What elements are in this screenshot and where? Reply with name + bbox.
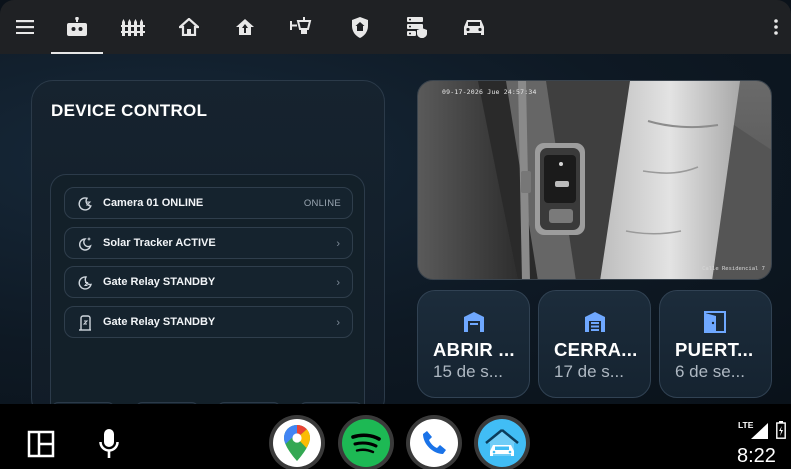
home-upload-icon <box>236 19 254 35</box>
tab-outdoor-light[interactable] <box>275 0 327 54</box>
camera-timestamp: 09-17-2026 Jue 24:57:34 <box>442 88 537 96</box>
tab-server-security[interactable] <box>391 0 443 54</box>
tile-abrir-garage[interactable]: ABRIR ... 15 de s... <box>417 290 530 398</box>
spotify-app-icon[interactable] <box>338 415 394 469</box>
signal-strength-icon <box>751 423 768 439</box>
dashboard-area: DEVICE CONTROL Camera 01 ONLINE ONLINE S… <box>0 54 791 420</box>
top-app-bar <box>0 0 791 54</box>
moon-sleep-icon <box>78 276 92 290</box>
tab-fence[interactable] <box>107 0 159 54</box>
device-item-label: Gate Relay STANDBY <box>103 276 216 288</box>
device-control-title: DEVICE CONTROL <box>51 101 208 120</box>
tile-puerta[interactable]: PUERT... 6 de se... <box>659 290 772 398</box>
tile-subtitle: 6 de se... <box>675 362 745 381</box>
layout-grid-icon[interactable] <box>26 429 56 459</box>
device-item-label: Camera 01 ONLINE <box>103 197 204 209</box>
tab-home-upload[interactable] <box>219 0 271 54</box>
tile-title: ABRIR ... <box>433 339 515 360</box>
camera-name: Calle Residencial 7 <box>702 266 765 272</box>
device-item-gate-relay[interactable]: Gate Relay STANDBY › <box>64 266 353 298</box>
device-item-gate-relay-2[interactable]: Gate Relay STANDBY › <box>64 306 353 338</box>
car-icon <box>464 19 484 35</box>
phone-app-icon[interactable] <box>406 415 462 469</box>
tab-home[interactable] <box>163 0 215 54</box>
home-assistant-car-icon[interactable] <box>474 415 530 469</box>
home-icon <box>179 18 199 36</box>
battery-icon <box>776 421 786 439</box>
sleep-moon-icon <box>78 197 92 211</box>
tile-title: CERRA... <box>554 339 638 360</box>
door-sleep-icon <box>79 315 91 331</box>
garage-closed-icon <box>585 312 605 332</box>
chevron-right-icon: › <box>336 238 340 250</box>
tab-car[interactable] <box>448 0 500 54</box>
device-status-badge: ONLINE <box>303 198 341 209</box>
server-security-icon <box>407 17 427 38</box>
garage-open-icon <box>464 312 484 332</box>
chevron-right-icon: › <box>336 317 340 329</box>
tab-shield-home[interactable] <box>334 0 386 54</box>
night-sparkle-icon <box>79 237 92 251</box>
microphone-icon[interactable] <box>94 426 124 462</box>
device-item-camera[interactable]: Camera 01 ONLINE ONLINE <box>64 187 353 219</box>
shield-home-icon <box>352 16 368 38</box>
robot-icon <box>67 17 87 36</box>
door-open-icon <box>704 311 726 333</box>
device-item-label: Solar Tracker ACTIVE <box>103 237 216 249</box>
chevron-right-icon: › <box>336 277 340 289</box>
device-item-label: Gate Relay STANDBY <box>103 316 216 328</box>
maps-app-icon[interactable] <box>269 415 325 469</box>
camera-snapshot-image <box>418 81 771 279</box>
bottom-dock: LTE 8:22 <box>0 404 791 469</box>
fence-icon <box>121 19 145 36</box>
tab-robot[interactable] <box>51 0 103 54</box>
hamburger-menu-icon[interactable] <box>0 0 50 54</box>
clock: 8:22 <box>737 445 776 467</box>
tile-title: PUERT... <box>675 339 754 360</box>
tile-subtitle: 17 de s... <box>554 362 624 381</box>
device-item-solar-tracker[interactable]: Solar Tracker ACTIVE › <box>64 227 353 259</box>
outdoor-light-icon <box>290 17 312 34</box>
tile-subtitle: 15 de s... <box>433 362 503 381</box>
tile-cerrar-garage[interactable]: CERRA... 17 de s... <box>538 290 651 398</box>
camera-feed[interactable]: 09-17-2026 Jue 24:57:34 Calle Residencia… <box>417 80 772 280</box>
more-vertical-icon[interactable] <box>760 0 791 54</box>
device-list: Camera 01 ONLINE ONLINE Solar Tracker AC… <box>50 174 365 419</box>
device-control-card: DEVICE CONTROL Camera 01 ONLINE ONLINE S… <box>31 80 385 420</box>
